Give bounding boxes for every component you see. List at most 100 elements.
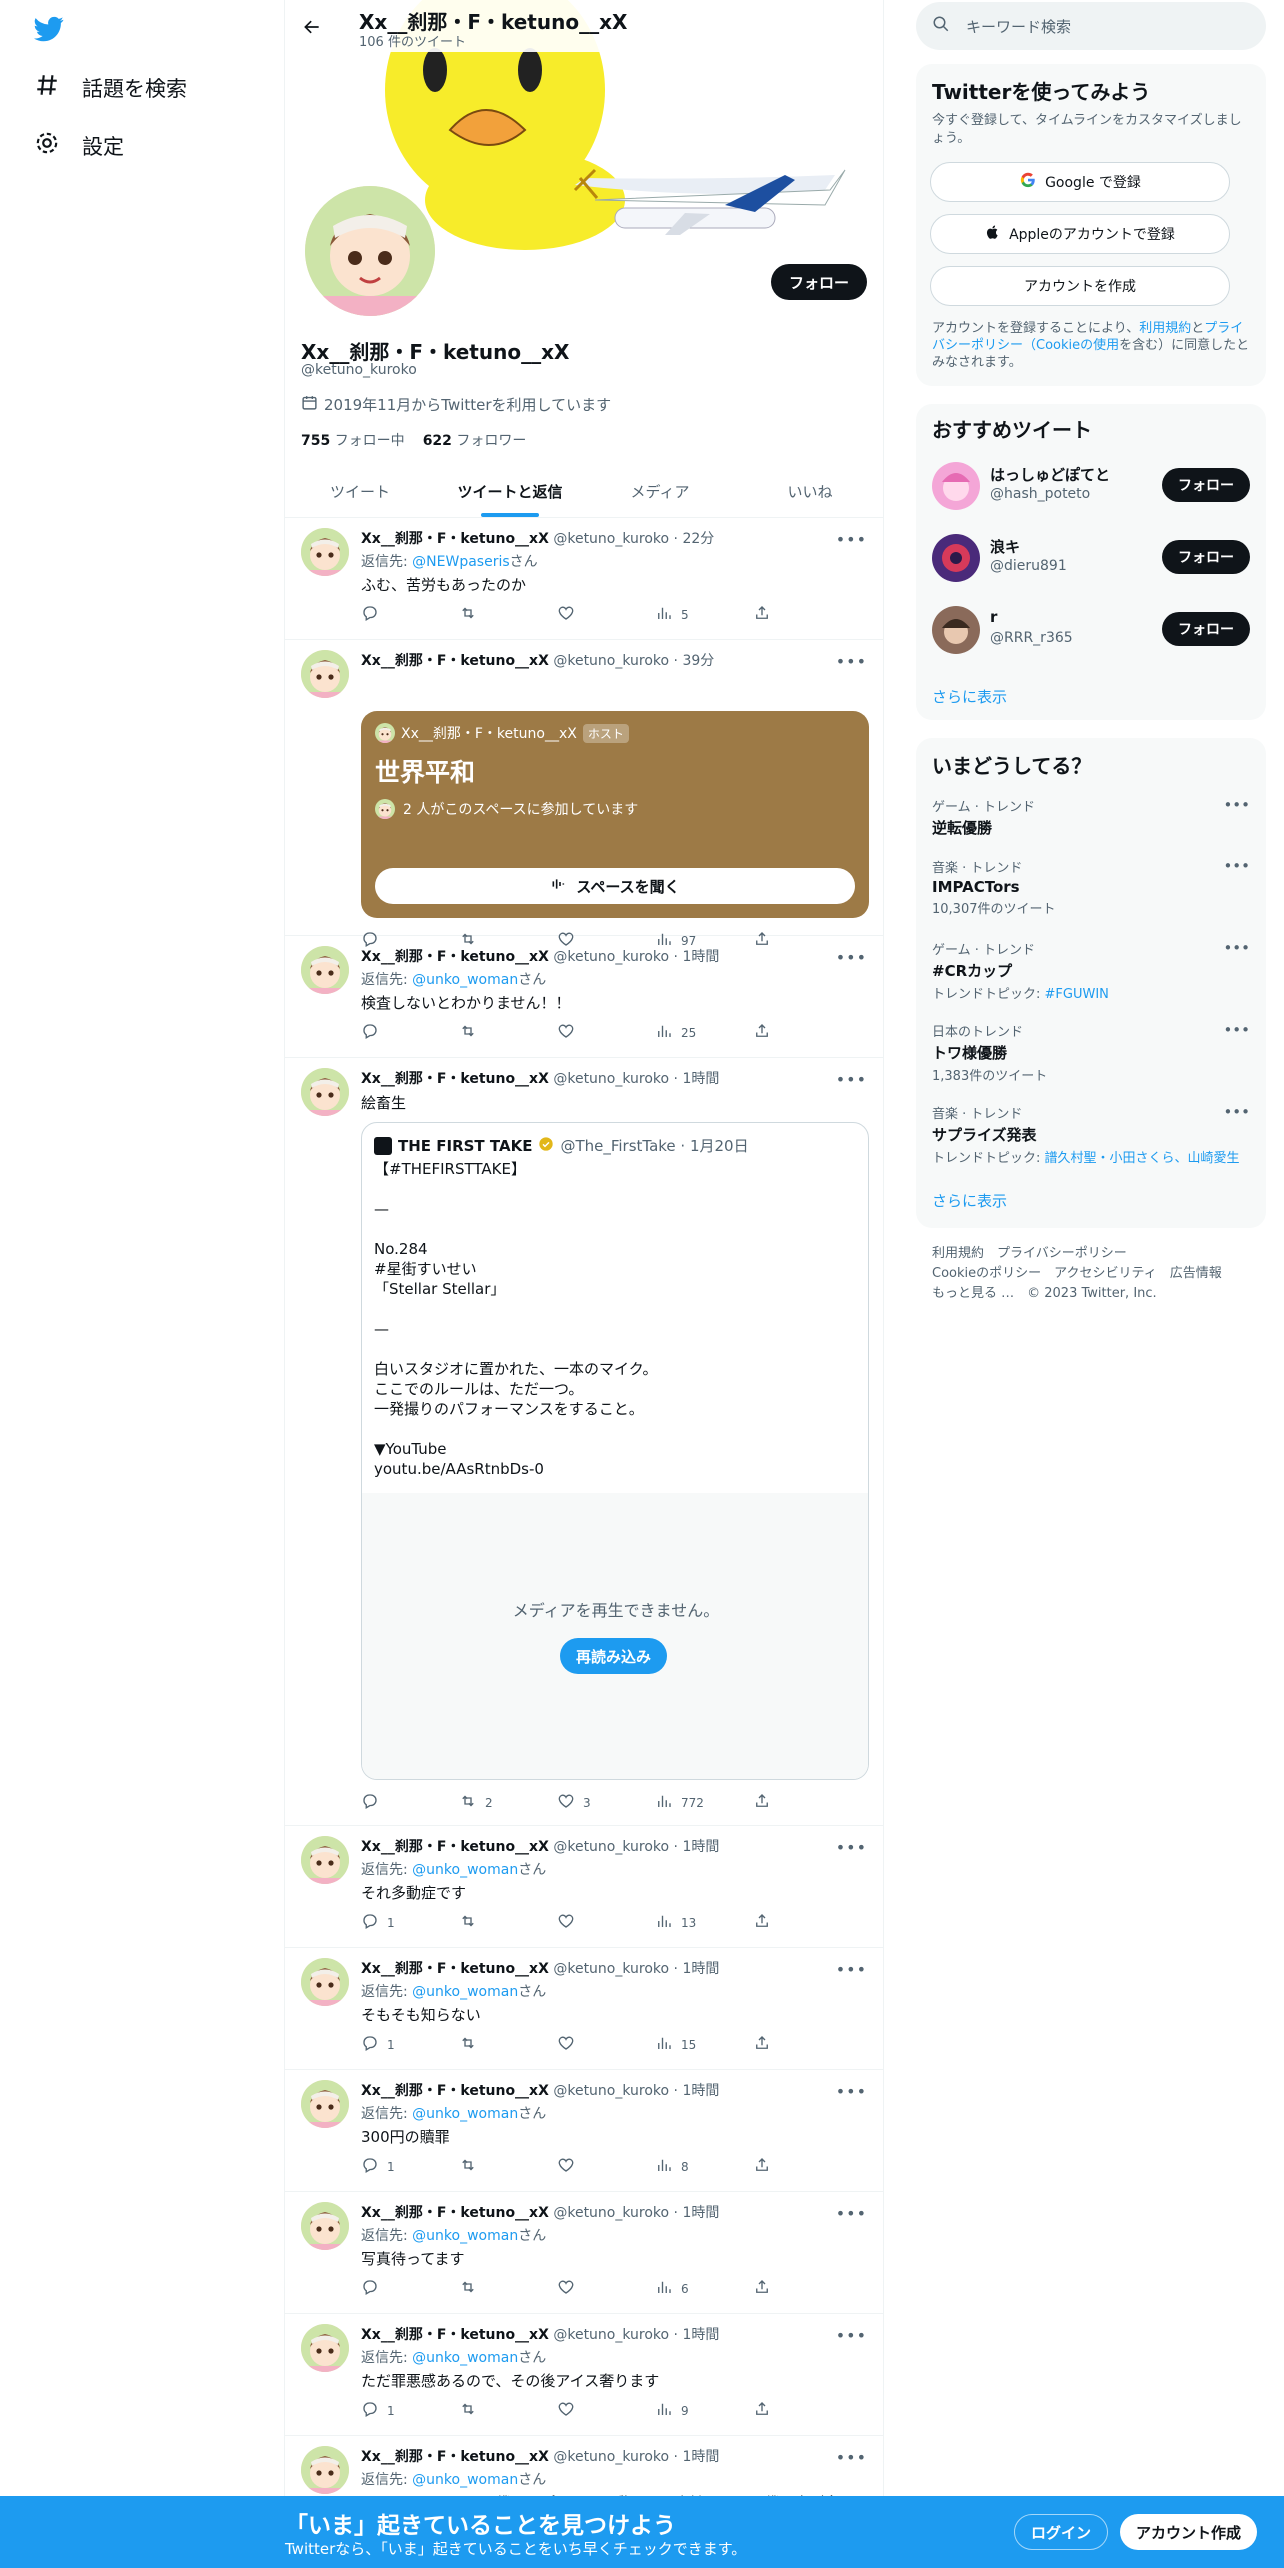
quoted-tweet[interactable]: THE FIRST TAKE @The_FirstTake · 1月20日 【#TH… [361,1122,869,1780]
trend-item[interactable]: ゲーム · トレンド #CRカップ トレンドトピック: #FGUWIN ••• [932,939,1250,1002]
tweet-author-name[interactable]: Xx__刹那・F・ketuno__xX [361,1961,549,1977]
google-signup-button[interactable]: Google で登録 [930,162,1230,202]
tab-media[interactable]: メディア [585,466,735,517]
tweet-author-name[interactable]: Xx__刹那・F・ketuno__xX [361,531,549,547]
terms-link[interactable]: 利用規約 [1139,321,1191,336]
share-button[interactable] [753,1022,771,1043]
reply-button[interactable]: 1 [361,1912,395,1933]
reply-to-handle[interactable]: @unko_woman [412,972,518,988]
retweet-button[interactable] [459,2278,485,2299]
trend-item[interactable]: 音楽 · トレンド サプライズ発表 トレンドトピック: 譜久村聖・小田さくら、山… [932,1103,1250,1166]
trend-topic-link[interactable]: 譜久村聖・小田さくら、山崎愛生 [1045,1151,1240,1166]
more-icon[interactable]: ••• [836,530,867,549]
back-arrow-icon[interactable] [299,14,325,40]
views-button[interactable]: 15 [655,2034,696,2055]
share-button[interactable] [753,604,771,625]
more-icon[interactable]: ••• [836,948,867,967]
nav-explore[interactable]: 話題を検索 [34,72,187,103]
share-button[interactable] [753,1792,771,1813]
trend-item[interactable]: ゲーム · トレンド 逆転優勝 ••• [932,796,1250,838]
reply-button[interactable]: 1 [361,2034,395,2055]
tweet-author-name[interactable]: Xx__刹那・F・ketuno__xX [361,2205,549,2221]
search-input[interactable]: キーワード検索 [916,2,1266,50]
like-button[interactable] [557,1022,583,1043]
tweet[interactable]: Xx__刹那・F・ketuno__xX @ketuno_kuroko · 1時間… [285,936,883,1058]
create-account-button[interactable]: アカウントを作成 [930,266,1230,306]
like-button[interactable] [557,2278,583,2299]
avatar[interactable] [301,528,349,576]
tweet[interactable]: Xx__刹那・F・ketuno__xX @ketuno_kuroko · 39分… [285,640,883,948]
following-stat[interactable]: 755 フォロー中 [301,430,405,450]
more-icon[interactable]: ••• [1223,939,1250,957]
reply-to-handle[interactable]: @unko_woman [412,2350,518,2366]
recommend-follow-button[interactable]: フォロー [1162,468,1250,502]
reply-button[interactable] [361,604,387,625]
reply-button[interactable]: 1 [361,2400,395,2421]
recommend-follow-button[interactable]: フォロー [1162,540,1250,574]
trend-item[interactable]: 日本のトレンド トワ様優勝 1,383件のツイート ••• [932,1021,1250,1084]
reply-button[interactable]: 1 [361,2156,395,2177]
followers-stat[interactable]: 622 フォロワー [423,430,527,450]
retweet-button[interactable] [459,1022,485,1043]
more-icon[interactable]: ••• [836,2448,867,2467]
more-icon[interactable]: ••• [1223,1103,1250,1121]
tweet[interactable]: Xx__刹那・F・ketuno__xX @ketuno_kuroko · 1時間… [285,1826,883,1948]
views-button[interactable]: 6 [655,2278,689,2299]
like-button[interactable] [557,2156,583,2177]
share-button[interactable] [753,2278,771,2299]
share-button[interactable] [753,1912,771,1933]
trends-show-more[interactable]: さらに表示 [932,1190,1007,1211]
retweet-button[interactable]: 2 [459,1792,493,1813]
tweet[interactable]: Xx__刹那・F・ketuno__xX @ketuno_kuroko · 22分… [285,518,883,640]
avatar[interactable] [301,1958,349,2006]
avatar[interactable] [301,2202,349,2250]
tweet-author-name[interactable]: Xx__刹那・F・ketuno__xX [361,2083,549,2099]
avatar[interactable] [301,1068,349,1116]
retweet-button[interactable] [459,2034,485,2055]
reply-to-handle[interactable]: @unko_woman [412,1862,518,1878]
tweet-author-name[interactable]: Xx__刹那・F・ketuno__xX [361,949,549,965]
recommend-follow-button[interactable]: フォロー [1162,612,1250,646]
tweet-author-name[interactable]: Xx__刹那・F・ketuno__xX [361,2449,549,2465]
reply-button[interactable] [361,1022,387,1043]
recommend-user-2[interactable]: 浪キ @dieru891 フォロー [932,530,1250,586]
like-button[interactable] [557,604,583,625]
footer-line-3[interactable]: もっと見る … © 2023 Twitter, Inc. [932,1284,1222,1304]
reply-to-handle[interactable]: @unko_woman [412,2472,518,2488]
reply-to-handle[interactable]: @unko_woman [412,2106,518,2122]
recommend-show-more[interactable]: さらに表示 [932,686,1007,707]
trend-item[interactable]: 音楽 · トレンド IMPACTors 10,307件のツイート ••• [932,857,1250,917]
reply-to-handle[interactable]: @unko_woman [412,2228,518,2244]
more-icon[interactable]: ••• [1223,796,1250,814]
tweet-author-name[interactable]: Xx__刹那・F・ketuno__xX [361,653,549,669]
apple-signup-button[interactable]: Appleのアカウントで登録 [930,214,1230,254]
nav-settings[interactable]: 設定 [34,130,124,161]
twitter-logo-icon[interactable] [32,14,66,44]
retweet-button[interactable] [459,2400,485,2421]
avatar[interactable] [301,946,349,994]
tweet[interactable]: Xx__刹那・F・ketuno__xX @ketuno_kuroko · 1時間… [285,2314,883,2436]
avatar[interactable] [301,650,349,698]
recommend-user-1[interactable]: はっしゅどぽてと @hash_poteto フォロー [932,458,1250,514]
avatar[interactable] [301,2324,349,2372]
share-button[interactable] [753,2400,771,2421]
retweet-button[interactable] [459,2156,485,2177]
views-button[interactable]: 772 [655,1792,704,1813]
share-button[interactable] [753,2034,771,2055]
more-icon[interactable]: ••• [836,652,867,671]
like-button[interactable] [557,2034,583,2055]
share-button[interactable] [753,2156,771,2177]
reload-button[interactable]: 再読み込み [560,1638,668,1674]
login-button[interactable]: ログイン [1014,2514,1109,2550]
profile-avatar[interactable] [301,182,439,320]
tweet[interactable]: Xx__刹那・F・ketuno__xX @ketuno_kuroko · 1時間… [285,2070,883,2192]
like-button[interactable] [557,1912,583,1933]
tab-tweets-and-replies[interactable]: ツイートと返信 [435,466,585,517]
more-icon[interactable]: ••• [836,2082,867,2101]
tweet[interactable]: Xx__刹那・F・ketuno__xX @ketuno_kuroko · 1時間… [285,1058,883,1826]
reply-to-handle[interactable]: @NEWpaseris [412,554,509,570]
more-icon[interactable]: ••• [1223,1021,1250,1039]
avatar[interactable] [301,2446,349,2494]
space-listen-button[interactable]: スペースを聞く [375,868,855,904]
views-button[interactable]: 13 [655,1912,696,1933]
